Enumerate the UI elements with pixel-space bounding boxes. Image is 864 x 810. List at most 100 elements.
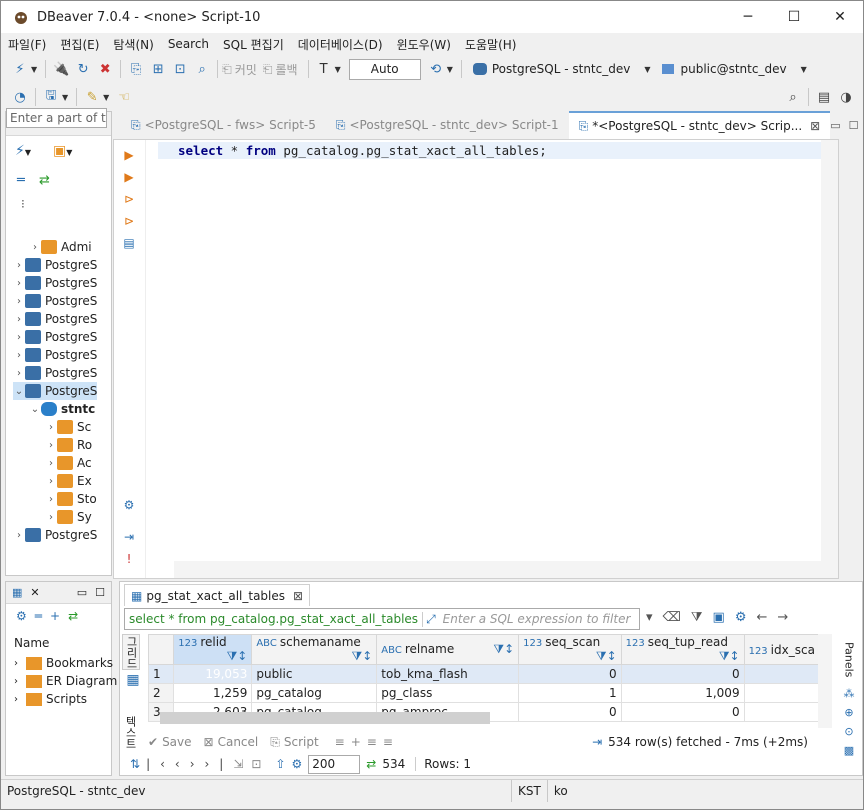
- tree-item-folder[interactable]: › Sto: [45, 490, 97, 508]
- tree-item-pg[interactable]: › PostgreS: [13, 292, 97, 310]
- gear-icon[interactable]: ⚙: [292, 757, 303, 771]
- cell-relid[interactable]: 1,259: [173, 683, 253, 703]
- minimize-button[interactable]: ─: [725, 1, 771, 33]
- tree-item-folder[interactable]: › Sy: [45, 508, 92, 526]
- column-header-relname[interactable]: ABC relname ⧩↕: [376, 634, 520, 665]
- grid-icon[interactable]: ▦: [122, 672, 144, 688]
- chevron-down-icon[interactable]: ▾: [646, 610, 653, 625]
- filter-settings-icon[interactable]: ⇅: [130, 757, 140, 771]
- table-row[interactable]: 2 1,259 pg_catalog pg_class 1 1,009: [148, 683, 820, 703]
- text-view-tab[interactable]: 텍스트: [122, 712, 138, 752]
- column-header-seq-tup-read[interactable]: 123 seq_tup_read ⧩↕: [620, 634, 745, 665]
- aggregate-icon[interactable]: ⊕: [844, 706, 853, 719]
- tab-script-1[interactable]: ⎘ <PostgreSQL - stntc_dev> Script-1: [326, 111, 569, 139]
- tab-script-5[interactable]: ⎘ <PostgreSQL - fws> Script-5: [121, 111, 326, 139]
- row-action-icons[interactable]: ⇲⊡: [233, 757, 269, 771]
- project-item-er-diagram[interactable]: › ER Diagram: [14, 672, 117, 690]
- transaction-mode-icon[interactable]: T: [313, 58, 335, 80]
- auto-commit-field[interactable]: Auto: [348, 58, 421, 80]
- refresh-settings-icon[interactable]: ⚙: [735, 610, 747, 625]
- forward-icon[interactable]: →: [777, 610, 788, 625]
- results-grid[interactable]: 123 relid ⧩↕ ABC schemaname ⧩↕ ABC relname ⧩↕ …: [148, 634, 820, 724]
- add-icon[interactable]: +: [50, 609, 60, 623]
- sort-filter-icon[interactable]: ⧩↕: [493, 642, 514, 657]
- cell-idx-scan[interactable]: [743, 664, 820, 684]
- close-tab-icon[interactable]: ⊠: [293, 589, 303, 603]
- dbeaver-perspective-icon[interactable]: ◑: [835, 86, 857, 108]
- grid-vertical-scrollbar[interactable]: [818, 634, 832, 728]
- sql-editor-icon[interactable]: ⎘: [125, 58, 147, 80]
- editor-horizontal-scrollbar[interactable]: [174, 561, 834, 578]
- maximize-icon[interactable]: ☐: [95, 586, 105, 599]
- results-filter-bar[interactable]: select * from pg_catalog.pg_stat_xact_al…: [124, 608, 640, 630]
- new-script-icon[interactable]: ⊞: [147, 58, 169, 80]
- chevron-right-icon[interactable]: ›: [13, 368, 25, 379]
- minimize-icon[interactable]: ▭: [830, 119, 840, 132]
- settings-icon[interactable]: ⚙: [122, 498, 136, 512]
- menu-search[interactable]: Search: [161, 37, 216, 51]
- tab-script-10[interactable]: ⎘ *<PostgreSQL - stntc_dev> Scrip... ⊠: [568, 111, 831, 139]
- cell-relid[interactable]: 19,053: [173, 664, 253, 684]
- cell-idx-scan[interactable]: [743, 683, 820, 703]
- chevron-right-icon[interactable]: ›: [13, 530, 25, 541]
- chevron-right-icon[interactable]: ›: [13, 332, 25, 343]
- chevron-down-icon[interactable]: ▼: [447, 65, 453, 74]
- commit-button[interactable]: ⎗ 커밋: [222, 61, 257, 78]
- fetch-all-icon[interactable]: ⇄: [366, 757, 376, 771]
- perspective-icon[interactable]: ▤: [813, 86, 835, 108]
- cell-seq-scan[interactable]: 0: [518, 664, 622, 684]
- chevron-right-icon[interactable]: ›: [45, 440, 57, 451]
- execute-statement-icon[interactable]: ▶: [122, 148, 136, 162]
- project-item-scripts[interactable]: › Scripts: [14, 690, 87, 708]
- chevron-down-icon[interactable]: ⌄: [13, 386, 25, 397]
- tree-item-pg[interactable]: › PostgreS: [13, 526, 97, 544]
- open-script-icon[interactable]: ⊡: [169, 58, 191, 80]
- collapse-icon[interactable]: ═: [35, 609, 42, 623]
- column-header-schemaname[interactable]: ABC schemaname ⧩↕: [251, 634, 378, 665]
- sql-code-line[interactable]: select * from pg_catalog.pg_stat_xact_al…: [158, 142, 838, 159]
- tree-item-pg[interactable]: › PostgreS: [13, 328, 97, 346]
- results-tab[interactable]: ▦ pg_stat_xact_all_tables ⊠: [124, 584, 311, 606]
- cell-seq-scan[interactable]: 0: [518, 702, 622, 722]
- execute-in-new-tab-icon[interactable]: ▶: [122, 170, 136, 184]
- cell-seq-tup-read[interactable]: 0: [620, 702, 745, 722]
- back-icon[interactable]: ←: [756, 610, 767, 625]
- row-number[interactable]: 2: [148, 683, 175, 703]
- close-tab-icon[interactable]: ⊠: [810, 119, 820, 133]
- chevron-right-icon[interactable]: ›: [45, 458, 57, 469]
- link-editor-icon[interactable]: ⇄: [68, 609, 78, 623]
- chevron-right-icon[interactable]: ›: [13, 296, 25, 307]
- row-number[interactable]: 1: [148, 664, 175, 684]
- chevron-right-icon[interactable]: ›: [45, 476, 57, 487]
- gear-icon[interactable]: ⚙: [16, 609, 27, 623]
- chevron-right-icon[interactable]: ›: [13, 314, 25, 325]
- tree-item-folder[interactable]: › Ro: [45, 436, 92, 454]
- table-row[interactable]: 1 19,053 public tob_kma_flash 0 0: [148, 664, 820, 684]
- pointer-icon[interactable]: ☜: [113, 86, 135, 108]
- sort-filter-icon[interactable]: ⧩↕: [227, 649, 248, 664]
- sort-filter-icon[interactable]: ⧩↕: [719, 649, 740, 664]
- cell-seq-scan[interactable]: 1: [518, 683, 622, 703]
- eraser-icon[interactable]: ⌫: [663, 610, 681, 625]
- menu-help[interactable]: 도움말(H): [458, 36, 524, 53]
- find-icon[interactable]: ⌕: [191, 58, 213, 80]
- menu-database[interactable]: 데이터베이스(D): [291, 36, 390, 53]
- search-icon[interactable]: ⌕: [782, 86, 804, 108]
- tree-item-folder[interactable]: › Ex: [45, 472, 92, 490]
- column-header-relid[interactable]: 123 relid ⧩↕: [173, 634, 253, 665]
- column-header-seq-scan[interactable]: 123 seq_scan ⧩↕: [518, 634, 622, 665]
- column-header-idx-scan[interactable]: 123 idx_sca: [743, 634, 820, 665]
- chevron-down-icon[interactable]: ⌄: [29, 404, 41, 415]
- chevron-right-icon[interactable]: ›: [29, 242, 41, 253]
- filter-input[interactable]: Enter a SQL expression to filter: [439, 612, 631, 626]
- maximize-button[interactable]: ☐: [771, 1, 817, 33]
- explain-plan-icon[interactable]: ▤: [122, 236, 136, 250]
- export-up-icon[interactable]: ⇧: [275, 757, 285, 771]
- error-log-icon[interactable]: !: [122, 552, 136, 566]
- grid-horizontal-scrollbar[interactable]: [160, 712, 490, 724]
- tree-item-folder[interactable]: › Sc: [45, 418, 91, 436]
- tree-item-pg[interactable]: › PostgreS: [13, 364, 97, 382]
- row-edit-icons[interactable]: ≡+≡≡: [335, 735, 399, 749]
- project-item-bookmarks[interactable]: › Bookmarks: [14, 654, 113, 672]
- close-icon[interactable]: ✕: [30, 586, 39, 599]
